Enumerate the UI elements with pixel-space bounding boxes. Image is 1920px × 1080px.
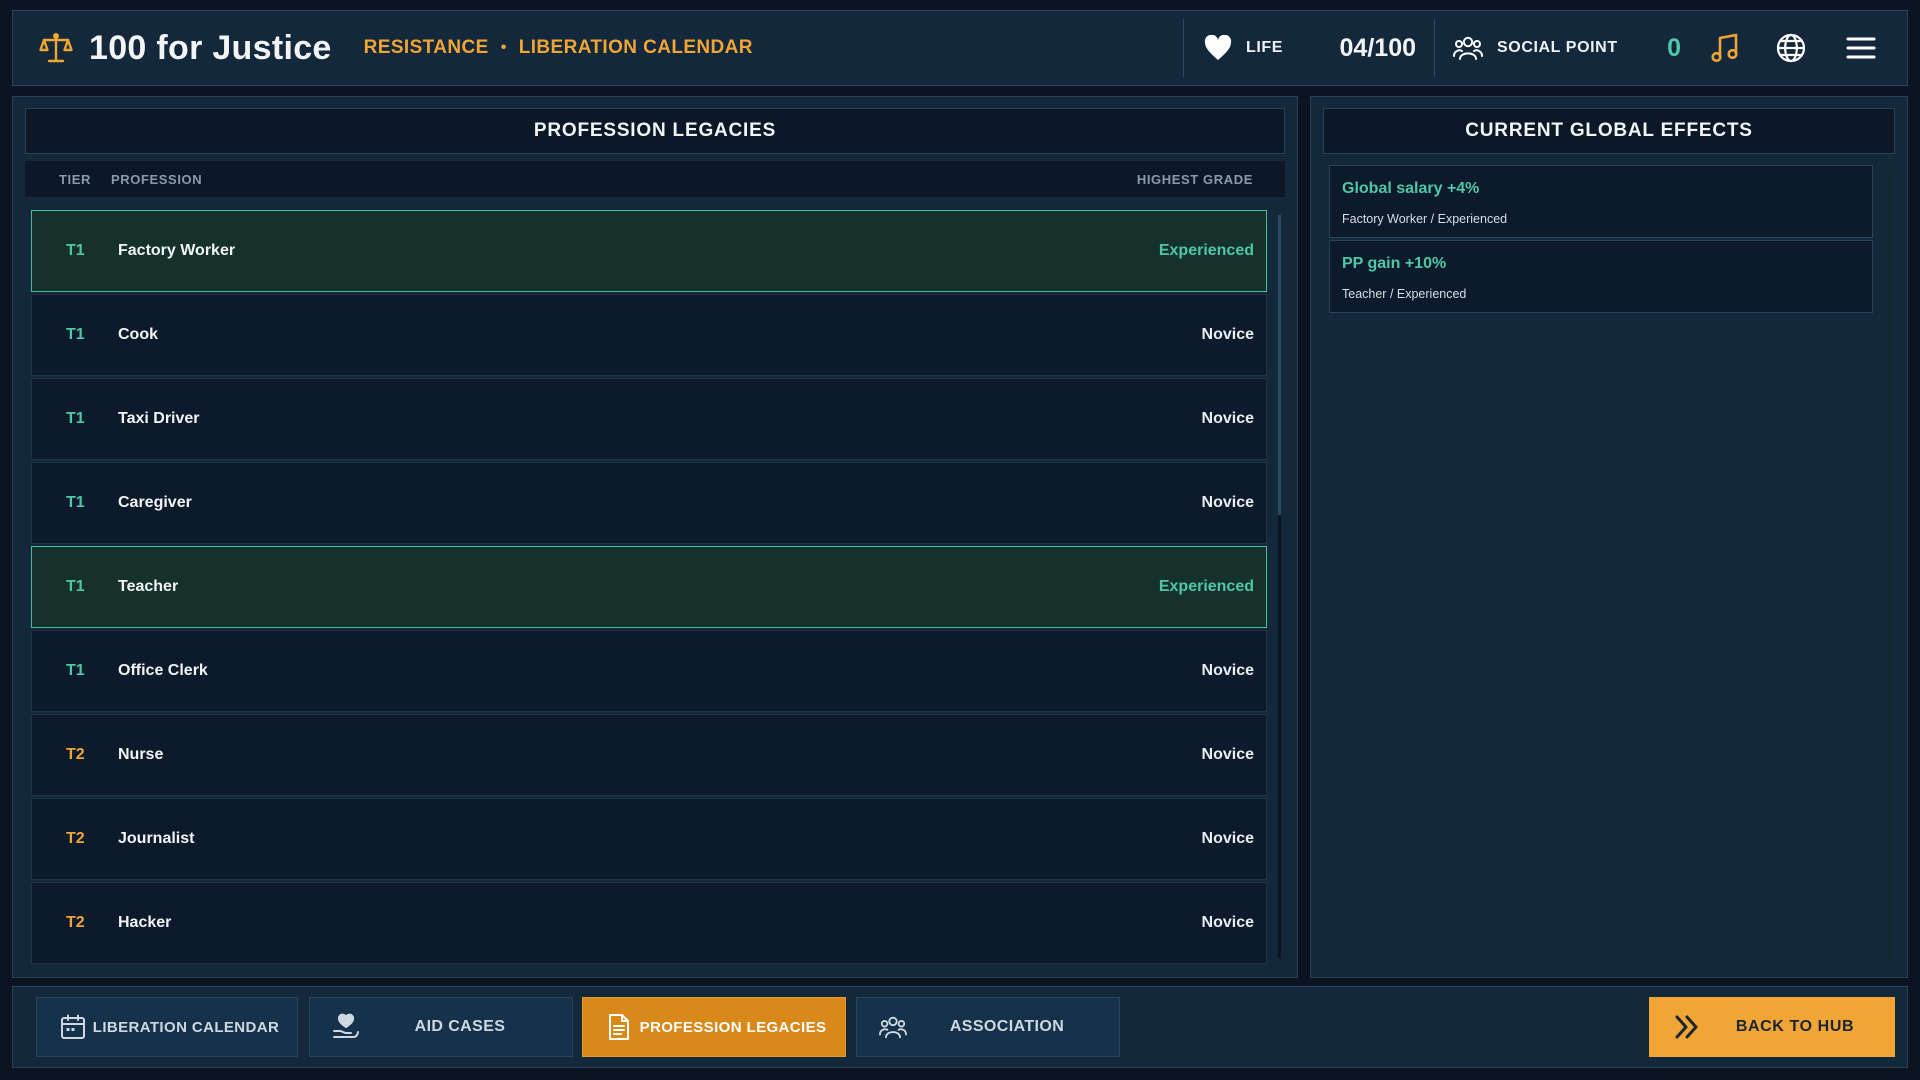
profession-cell: Hacker: [118, 914, 172, 931]
effect-name: Global salary +4%: [1342, 180, 1480, 197]
breadcrumb-liberation-calendar[interactable]: LIBERATION CALENDAR: [519, 37, 753, 59]
life-value: 04/100: [1339, 33, 1416, 62]
hamburger-menu-icon: [1846, 36, 1876, 60]
tab-aid-cases[interactable]: AID CASES: [309, 997, 573, 1057]
language-button[interactable]: [1765, 22, 1817, 74]
social-point-stat: SOCIAL POINT 0: [1435, 11, 1691, 85]
music-button[interactable]: [1699, 22, 1751, 74]
highest-grade-cell: Experienced: [1158, 578, 1254, 595]
group-icon: [879, 1013, 907, 1041]
column-header-highest-grade: HIGHEST GRADE: [1136, 171, 1253, 187]
breadcrumb: RESISTANCE • LIBERATION CALENDAR: [364, 37, 753, 59]
menu-button[interactable]: [1835, 22, 1887, 74]
effect-source: Factory Worker / Experienced: [1342, 212, 1508, 226]
table-row[interactable]: T1 Caregiver Novice: [31, 462, 1267, 544]
tier-cell: T2: [66, 746, 85, 763]
effects-scrollbar[interactable]: [1889, 171, 1892, 961]
global-effects-title: CURRENT GLOBAL EFFECTS: [1323, 108, 1895, 154]
highest-grade-cell: Novice: [1201, 410, 1254, 427]
global-effects-panel: CURRENT GLOBAL EFFECTS Global salary +4%…: [1310, 96, 1908, 978]
back-to-hub-button[interactable]: BACK TO HUB: [1649, 997, 1895, 1057]
profession-cell: Factory Worker: [118, 242, 236, 259]
highest-grade-cell: Novice: [1201, 914, 1254, 931]
social-point-label: SOCIAL POINT: [1497, 39, 1618, 56]
highest-grade-cell: Novice: [1201, 746, 1254, 763]
table-row[interactable]: T2 Journalist Novice: [31, 798, 1267, 880]
highest-grade-cell: Novice: [1201, 830, 1254, 847]
profession-list[interactable]: T1 Factory Worker Experienced T1 Cook Novice T…: [31, 210, 1267, 1062]
top-bar: 100 for Justice RESISTANCE • LIBERATION …: [12, 10, 1908, 86]
profession-cell: Office Clerk: [118, 662, 208, 679]
breadcrumb-resistance[interactable]: RESISTANCE: [364, 37, 489, 59]
life-stat: LIFE 04/100: [1184, 11, 1434, 85]
profession-cell: Teacher: [118, 578, 179, 595]
heart-hand-icon: [332, 1013, 360, 1041]
breadcrumb-separator: •: [500, 39, 507, 56]
table-row[interactable]: T1 Taxi Driver Novice: [31, 378, 1267, 460]
heart-icon: [1204, 35, 1232, 61]
highest-grade-cell: Novice: [1201, 326, 1254, 343]
header-stats: LIFE 04/100 SOCIAL POINT 0: [1183, 11, 1907, 85]
table-row[interactable]: T2 Hacker Novice: [31, 882, 1267, 964]
table-row[interactable]: T1 Cook Novice: [31, 294, 1267, 376]
profession-legacies-panel: PROFESSION LEGACIES TIER PROFESSION HIGH…: [12, 96, 1298, 978]
tab-label: LIBERATION CALENDAR: [92, 1018, 280, 1036]
scales-of-justice-icon: [39, 31, 73, 65]
profession-cell: Cook: [118, 326, 158, 343]
highest-grade-cell: Novice: [1201, 662, 1254, 679]
profession-cell: Caregiver: [118, 494, 192, 511]
tab-association[interactable]: ASSOCIATION: [856, 997, 1120, 1057]
bottom-nav: LIBERATION CALENDAR AID CASES PROFESSION…: [12, 986, 1908, 1068]
music-note-icon: [1711, 33, 1739, 63]
app-title: 100 for Justice: [89, 28, 332, 67]
effect-source: Teacher / Experienced: [1342, 287, 1467, 301]
tier-cell: T2: [66, 914, 85, 931]
back-to-hub-label: BACK TO HUB: [1735, 1018, 1855, 1035]
double-chevron-right-icon: [1671, 1011, 1703, 1043]
profession-cell: Taxi Driver: [118, 410, 200, 427]
tier-cell: T1: [66, 494, 85, 511]
tier-cell: T1: [66, 326, 85, 343]
tier-cell: T1: [66, 242, 85, 259]
effect-card: PP gain +10% Teacher / Experienced: [1329, 240, 1873, 313]
calendar-icon: [59, 1013, 87, 1041]
scrollbar-thumb[interactable]: [1278, 215, 1281, 515]
document-icon: [605, 1013, 633, 1041]
tier-cell: T1: [66, 410, 85, 427]
tab-label: PROFESSION LEGACIES: [639, 1018, 827, 1036]
tab-liberation-calendar[interactable]: LIBERATION CALENDAR: [36, 997, 298, 1057]
effect-name: PP gain +10%: [1342, 255, 1447, 272]
tab-label: ASSOCIATION: [949, 1018, 1065, 1035]
tier-cell: T1: [66, 578, 85, 595]
column-header-tier: TIER: [59, 171, 92, 187]
profession-legacies-title: PROFESSION LEGACIES: [25, 108, 1285, 154]
table-row[interactable]: T1 Teacher Experienced: [31, 546, 1267, 628]
table-row[interactable]: T2 Nurse Novice: [31, 714, 1267, 796]
table-row[interactable]: T1 Factory Worker Experienced: [31, 210, 1267, 292]
highest-grade-cell: Novice: [1201, 494, 1254, 511]
highest-grade-cell: Experienced: [1158, 242, 1254, 259]
effect-card: Global salary +4% Factory Worker / Experi…: [1329, 165, 1873, 238]
life-label: LIFE: [1246, 39, 1284, 56]
list-scrollbar[interactable]: [1278, 215, 1281, 959]
tier-cell: T2: [66, 830, 85, 847]
table-row[interactable]: T1 Office Clerk Novice: [31, 630, 1267, 712]
people-icon: [1453, 35, 1483, 61]
tab-label: AID CASES: [414, 1018, 506, 1035]
profession-cell: Journalist: [118, 830, 195, 847]
tier-cell: T1: [66, 662, 85, 679]
social-point-value: 0: [1667, 33, 1681, 62]
table-header: TIER PROFESSION HIGHEST GRADE: [25, 161, 1285, 197]
profession-cell: Nurse: [118, 746, 164, 763]
tab-profession-legacies[interactable]: PROFESSION LEGACIES: [582, 997, 846, 1057]
column-header-profession: PROFESSION: [111, 171, 203, 187]
globe-icon: [1776, 33, 1806, 63]
